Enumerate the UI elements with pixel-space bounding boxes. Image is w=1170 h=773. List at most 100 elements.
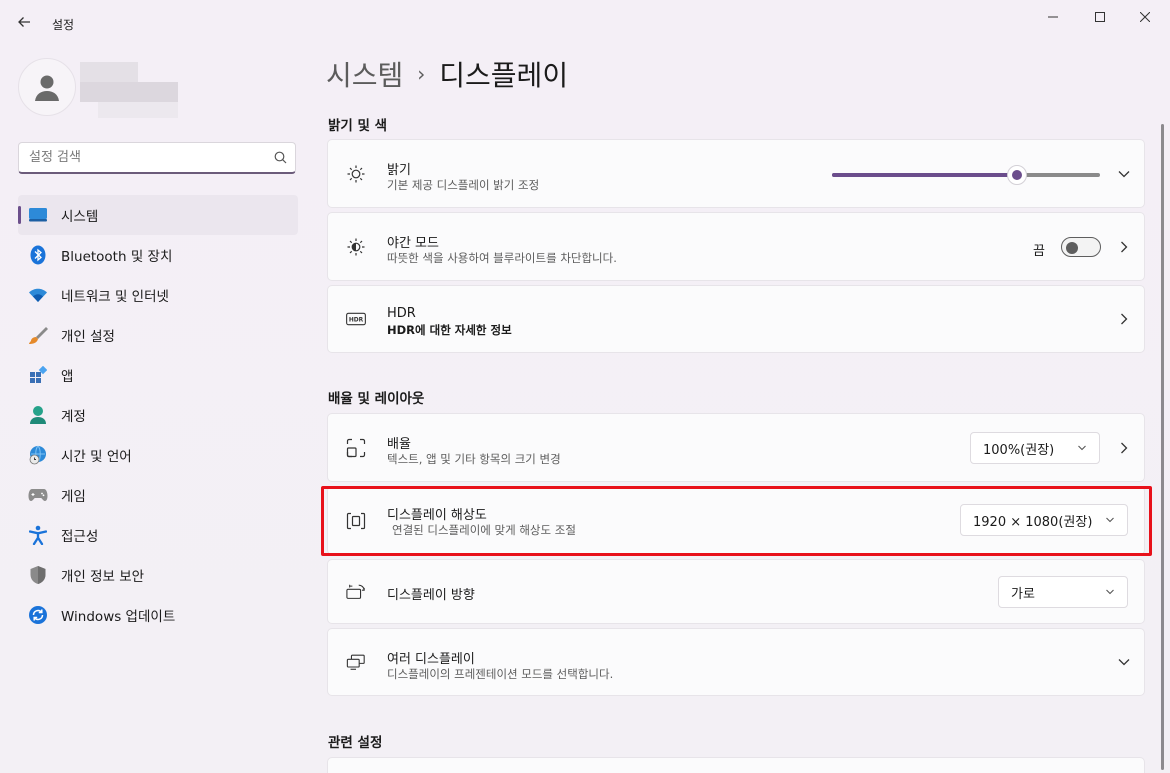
brightness-slider-thumb[interactable] (1006, 165, 1027, 185)
related-settings-card[interactable] (327, 757, 1145, 773)
hdr-card[interactable]: HDR HDR HDR에 대한 자세한 정보 (327, 285, 1145, 353)
chevron-down-icon[interactable] (1116, 166, 1132, 182)
orientation-dropdown[interactable]: 가로 (998, 576, 1128, 608)
brightness-icon (346, 164, 366, 184)
sidebar-item-accessibility[interactable]: 접근성 (18, 515, 298, 555)
resolution-subtitle: 연결된 디스플레이에 맞게 해상도 조절 (392, 523, 576, 537)
orientation-card[interactable]: 디스플레이 방향 가로 (327, 559, 1145, 624)
breadcrumb-parent[interactable]: 시스템 (326, 54, 403, 94)
section-header-related: 관련 설정 (328, 735, 383, 751)
shield-icon (28, 565, 48, 585)
brightness-slider-fill (832, 173, 1017, 177)
close-icon (1140, 12, 1150, 22)
multiple-displays-title: 여러 디스플레이 (387, 652, 475, 667)
sidebar-item-privacy-security[interactable]: 개인 정보 보안 (18, 555, 298, 595)
scale-dropdown-value: 100%(권장) (983, 442, 1055, 458)
gamepad-icon (28, 485, 48, 505)
brightness-subtitle: 기본 제공 디스플레이 밝기 조정 (387, 178, 540, 192)
chevron-right-icon[interactable] (1116, 311, 1132, 327)
sidebar-item-label: 게임 (61, 489, 86, 505)
orientation-title: 디스플레이 방향 (387, 588, 475, 603)
sidebar-item-label: 앱 (61, 369, 74, 385)
sidebar-item-label: Windows 업데이트 (61, 609, 176, 625)
sidebar-item-time-language[interactable]: 시간 및 언어 (18, 435, 298, 475)
close-button[interactable] (1122, 0, 1168, 34)
apps-icon (28, 365, 48, 385)
multiple-displays-subtitle: 디스플레이의 프레젠테이션 모드를 선택합니다. (387, 667, 614, 681)
update-icon (28, 605, 48, 625)
scale-card[interactable]: 배율 텍스트, 앱 및 기타 항목의 크기 변경 100%(권장) (327, 413, 1145, 482)
sidebar-item-personalization[interactable]: 개인 설정 (18, 315, 298, 355)
chevron-right-icon[interactable] (1116, 239, 1132, 255)
resolution-dropdown[interactable]: 1920 × 1080(권장) (960, 504, 1128, 536)
sidebar-item-bluetooth[interactable]: Bluetooth 및 장치 (18, 235, 298, 275)
back-arrow-icon (18, 17, 30, 27)
maximize-button[interactable] (1077, 0, 1123, 34)
night-light-subtitle: 따뜻한 색을 사용하여 블루라이트를 차단합니다. (387, 251, 617, 265)
search-input[interactable] (19, 143, 265, 172)
scale-title: 배율 (387, 437, 411, 452)
accessibility-icon (28, 525, 48, 545)
system-display-icon (28, 205, 48, 225)
sidebar-item-apps[interactable]: 앱 (18, 355, 298, 395)
sidebar-item-label: Bluetooth 및 장치 (61, 249, 173, 265)
resolution-icon (346, 511, 366, 531)
multiple-displays-icon (346, 652, 366, 672)
chevron-down-icon (1078, 445, 1086, 451)
multiple-displays-card[interactable]: 여러 디스플레이 디스플레이의 프레젠테이션 모드를 선택합니다. (327, 628, 1145, 696)
account-icon (28, 405, 48, 425)
minimize-button[interactable] (1030, 0, 1076, 34)
scrollbar[interactable] (1161, 124, 1164, 770)
hdr-title: HDR (387, 306, 416, 321)
chevron-right-icon[interactable] (1116, 440, 1132, 456)
title-bar: 설정 (0, 0, 1170, 40)
night-light-title: 야간 모드 (387, 236, 439, 251)
sidebar-item-label: 시스템 (61, 209, 99, 225)
bluetooth-icon (28, 245, 48, 265)
night-light-toggle[interactable] (1061, 237, 1101, 257)
hdr-info-link[interactable]: HDR에 대한 자세한 정보 (387, 322, 512, 338)
sidebar-item-network[interactable]: 네트워크 및 인터넷 (18, 275, 298, 315)
sidebar-item-system[interactable]: 시스템 (18, 195, 298, 235)
brightness-card[interactable]: 밝기 기본 제공 디스플레이 밝기 조정 (327, 139, 1145, 208)
breadcrumb: 시스템 › 디스플레이 (326, 54, 568, 94)
sidebar-item-label: 개인 설정 (61, 329, 115, 345)
search-box[interactable] (18, 142, 296, 174)
maximize-icon (1095, 12, 1105, 22)
search-icon[interactable] (265, 151, 295, 164)
resolution-dropdown-value: 1920 × 1080(권장) (973, 514, 1093, 530)
sidebar-item-label: 접근성 (61, 529, 99, 545)
page-title: 디스플레이 (439, 59, 569, 92)
app-title: 설정 (52, 18, 75, 32)
sidebar-item-label: 시간 및 언어 (61, 449, 132, 465)
wifi-icon (28, 285, 48, 305)
sidebar-nav: 시스템 Bluetooth 및 장치 네트워크 및 인터넷 개인 설정 앱 계정 (18, 195, 298, 635)
user-icon (35, 75, 59, 101)
breadcrumb-separator: › (417, 62, 426, 86)
globe-clock-icon (28, 445, 48, 465)
scale-subtitle: 텍스트, 앱 및 기타 항목의 크기 변경 (387, 452, 561, 466)
chevron-down-icon[interactable] (1116, 654, 1132, 670)
sidebar-item-accounts[interactable]: 계정 (18, 395, 298, 435)
sidebar-item-label: 개인 정보 보안 (61, 569, 145, 585)
sidebar-item-label: 계정 (61, 409, 86, 425)
brightness-slider[interactable] (832, 165, 1100, 185)
sidebar-item-windows-update[interactable]: Windows 업데이트 (18, 595, 298, 635)
scale-dropdown[interactable]: 100%(권장) (970, 432, 1100, 464)
orientation-icon (346, 582, 366, 602)
scale-icon (346, 438, 366, 458)
resolution-card[interactable]: 디스플레이 해상도 연결된 디스플레이에 맞게 해상도 조절 1920 × 10… (327, 486, 1145, 555)
back-button[interactable] (12, 10, 36, 34)
brush-icon (28, 325, 48, 345)
night-light-card[interactable]: 야간 모드 따뜻한 색을 사용하여 블루라이트를 차단합니다. 끔 (327, 212, 1145, 281)
profile-name-redacted (80, 62, 180, 120)
sidebar-item-gaming[interactable]: 게임 (18, 475, 298, 515)
resolution-title: 디스플레이 해상도 (387, 508, 487, 523)
orientation-dropdown-value: 가로 (1011, 586, 1035, 602)
avatar[interactable] (18, 58, 76, 116)
chevron-down-icon (1106, 517, 1114, 523)
minimize-icon (1048, 16, 1058, 18)
night-light-state-label: 끔 (1033, 244, 1045, 259)
section-header-scale-layout: 배율 및 레이아웃 (328, 391, 425, 407)
chevron-down-icon (1106, 589, 1114, 595)
